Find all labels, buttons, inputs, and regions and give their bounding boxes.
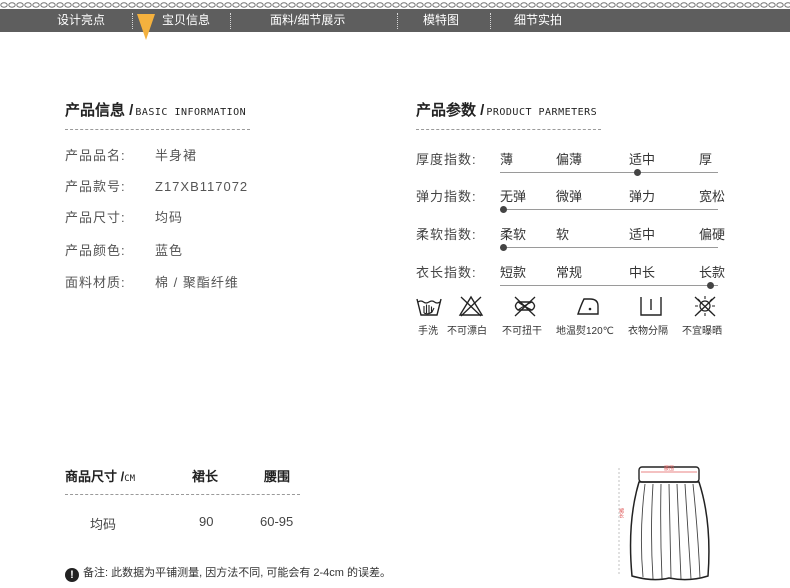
info-value: 均码 — [155, 210, 184, 225]
param-option: 宽松 — [699, 189, 726, 204]
care-label: 地温熨120℃ — [556, 326, 614, 337]
info-title-en: BASIC INFORMATION — [135, 107, 247, 118]
hand-wash-icon — [416, 298, 442, 316]
care-label: 不可扭干 — [502, 326, 542, 337]
info-row-style-no: 产品款号: Z17XB117072 — [65, 176, 248, 195]
info-row-color: 产品颜色: 蓝色 — [65, 240, 183, 259]
params-title-en: PRODUCT PARMETERS — [486, 107, 598, 118]
nav-separator — [132, 13, 133, 29]
nav-separator — [397, 13, 398, 29]
tab-model-photos[interactable]: 模特图 — [423, 9, 459, 32]
length-label: 裙长 — [618, 507, 624, 519]
param-option: 长款 — [699, 265, 726, 280]
active-tab-pointer — [137, 14, 155, 40]
param-scale-line — [500, 172, 718, 173]
info-label: 产品款号: — [65, 179, 126, 194]
exclamation-icon: ! — [65, 568, 79, 582]
no-bleach-icon — [458, 295, 484, 317]
param-scale-line — [500, 209, 718, 210]
size-header-length: 裙长 — [192, 469, 219, 484]
size-cell-size: 均码 — [90, 517, 117, 532]
hang-dry-icon — [640, 297, 662, 316]
param-selected-dot — [634, 169, 641, 176]
param-label: 厚度指数: — [416, 152, 477, 167]
params-divider — [416, 129, 601, 130]
skirt-diagram: 腰围 裙长 — [618, 466, 710, 581]
tab-fabric-details[interactable]: 面料/细节展示 — [270, 9, 345, 32]
param-option: 软 — [556, 227, 570, 242]
param-option: 无弹 — [500, 189, 527, 204]
param-option: 短款 — [500, 265, 527, 280]
info-value: 棉 / 聚酯纤维 — [155, 275, 239, 290]
param-option: 适中 — [629, 152, 656, 167]
nav-separator — [490, 13, 491, 29]
iron-low-temp-icon — [577, 298, 599, 315]
param-option: 偏薄 — [556, 152, 583, 167]
info-label: 产品品名: — [65, 148, 126, 163]
size-header-title: 商品尺寸 /CM — [65, 466, 135, 485]
nav-dotted-border — [0, 2, 790, 8]
param-option: 薄 — [500, 152, 514, 167]
nav-bar — [0, 9, 790, 32]
info-title-cn: 产品信息 / — [65, 102, 134, 119]
info-divider — [65, 129, 250, 130]
param-option: 中长 — [629, 265, 656, 280]
param-scale-line — [500, 247, 718, 248]
size-unit: CM — [124, 474, 136, 484]
info-row-size: 产品尺寸: 均码 — [65, 207, 183, 226]
size-cell-waist: 60-95 — [260, 514, 294, 529]
waist-label: 腰围 — [664, 466, 674, 472]
size-header-waist: 腰围 — [264, 469, 291, 484]
info-label: 面料材质: — [65, 275, 126, 290]
param-option: 厚 — [699, 152, 713, 167]
tab-product-info[interactable]: 宝贝信息 — [162, 9, 210, 32]
param-option: 适中 — [629, 227, 656, 242]
size-cell-length: 90 — [199, 514, 214, 529]
care-label: 衣物分隔 — [628, 326, 668, 337]
info-row-name: 产品品名: 半身裙 — [65, 145, 197, 164]
param-label: 柔软指数: — [416, 227, 477, 242]
no-sun-dry-icon — [694, 296, 716, 317]
param-option: 弹力 — [629, 189, 656, 204]
param-selected-dot — [707, 282, 714, 289]
param-label: 衣长指数: — [416, 265, 477, 280]
params-title-cn: 产品参数 / — [416, 102, 485, 119]
info-label: 产品尺寸: — [65, 210, 126, 225]
param-option: 常规 — [556, 265, 583, 280]
size-header-label: 商品尺寸 / — [65, 469, 125, 484]
care-label: 不可漂白 — [447, 326, 487, 337]
info-value: Z17XB117072 — [155, 179, 249, 194]
care-label: 手洗 — [418, 326, 438, 337]
note-text: 备注: 此数据为平铺测量, 因方法不同, 可能会有 2-4cm 的误差。 — [83, 567, 392, 579]
param-selected-dot — [500, 206, 507, 213]
info-label: 产品颜色: — [65, 243, 126, 258]
info-row-material: 面料材质: 棉 / 聚酯纤维 — [65, 272, 239, 291]
info-value: 半身裙 — [155, 148, 198, 163]
care-label: 不宜曝晒 — [682, 326, 722, 337]
param-selected-dot — [500, 244, 507, 251]
no-wring-icon — [514, 296, 536, 317]
params-section-title: 产品参数 / PRODUCT PARMETERS — [416, 99, 597, 120]
top-nav: 设计亮点 宝贝信息 面料/细节展示 模特图 细节实拍 — [0, 0, 790, 40]
tab-detail-shots[interactable]: 细节实拍 — [514, 9, 562, 32]
param-option: 柔软 — [500, 227, 527, 242]
info-value: 蓝色 — [155, 243, 184, 258]
measurement-note: ! 备注: 此数据为平铺测量, 因方法不同, 可能会有 2-4cm 的误差。 — [65, 564, 391, 582]
param-label: 弹力指数: — [416, 189, 477, 204]
param-scale-line — [500, 285, 718, 286]
nav-separator — [230, 13, 231, 29]
param-option: 微弹 — [556, 189, 583, 204]
info-section-title: 产品信息 / BASIC INFORMATION — [65, 99, 246, 120]
tab-design-highlights[interactable]: 设计亮点 — [57, 9, 105, 32]
skirt-pleats — [640, 483, 701, 580]
size-divider — [65, 494, 300, 495]
param-option: 偏硬 — [699, 227, 726, 242]
